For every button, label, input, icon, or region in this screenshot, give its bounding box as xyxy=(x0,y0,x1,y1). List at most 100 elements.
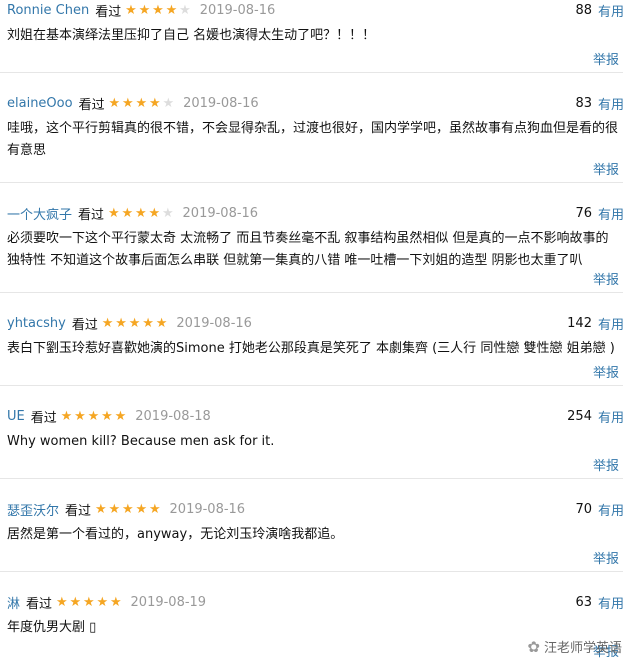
comment-date: 2019-08-16 xyxy=(176,315,252,331)
star-icon: ★ xyxy=(69,594,82,610)
vote-area: 254 有用 xyxy=(567,407,624,426)
rating-stars: ★ ★ ★ ★ ★ xyxy=(101,317,169,330)
star-icon: ★ xyxy=(108,95,121,111)
star-icon: ★ xyxy=(94,501,107,517)
star-icon: ★ xyxy=(82,594,95,610)
vote-count: 63 xyxy=(575,594,592,610)
watched-label: 看过 xyxy=(30,410,57,426)
divider xyxy=(0,182,623,183)
comment-content: 必须要吹一下这个平行蒙太奇 太流畅了 而且节奏丝毫不乱 叙事结构虽然相似 但是真… xyxy=(7,228,621,272)
vote-count: 142 xyxy=(567,315,592,331)
report-link[interactable]: 举报 xyxy=(593,159,619,178)
comment-text-line: 年度仇男大剧 ▯ xyxy=(7,620,97,635)
rating-stars: ★ ★ ★ ★ ★ xyxy=(107,207,175,220)
comment-content: 居然是第一个看过的，anyway，无论刘玉玲演啥我都追。 xyxy=(7,524,621,546)
comment-text-line: 居然是第一个看过的，anyway，无论刘玉玲演啥我都追。 xyxy=(7,527,344,542)
rating-stars: ★ ★ ★ ★ ★ xyxy=(60,410,128,423)
username-link[interactable]: Ronnie Chen xyxy=(7,3,89,18)
star-icon: ★ xyxy=(128,315,141,331)
helpful-button[interactable]: 有用 xyxy=(598,204,624,223)
helpful-button[interactable]: 有用 xyxy=(598,500,624,519)
star-icon: ★ xyxy=(101,315,114,331)
comment-text-line: 刘姐在基本演绎法里压抑了自己 名媛也演得太生动了吧？！！！ xyxy=(7,28,376,43)
vote-area: 76 有用 xyxy=(575,204,624,223)
username-link[interactable]: UE xyxy=(7,409,25,424)
comment-content: 表白下劉玉玲惹好喜歡她演的Simone 打她老公那段真是笑死了 本劇集齊 (三人… xyxy=(7,338,621,360)
star-icon: ★ xyxy=(161,205,174,221)
comment-content: Why women kill? Because men ask for it. xyxy=(7,431,621,453)
comment-content: 年度仇男大剧 ▯ xyxy=(7,617,621,639)
username-link[interactable]: elaineOoo xyxy=(7,96,73,111)
star-icon: ★ xyxy=(74,408,86,424)
divider xyxy=(0,72,623,73)
star-icon: ★ xyxy=(135,501,148,517)
username-link[interactable]: yhtacshy xyxy=(7,316,66,331)
comment-text-line: 独特性 不知道这个故事后面怎么串联 但就第一集真的八错 唯一吐槽一下刘姐的造型 … xyxy=(7,253,583,268)
comment-header: 淋 看过 ★ ★ ★ ★ ★ 2019-08-19 63 有用 xyxy=(7,593,624,612)
username-link[interactable]: 淋 xyxy=(7,593,20,612)
watermark: ✿ 汪老师学英语 xyxy=(527,637,622,657)
comment-header: elaineOoo 看过 ★ ★ ★ ★ ★ 2019-08-16 83 有用 xyxy=(7,94,624,113)
watched-label: 看过 xyxy=(26,596,53,612)
comment-date: 2019-08-16 xyxy=(199,2,276,18)
report-link[interactable]: 举报 xyxy=(593,548,619,567)
star-icon: ★ xyxy=(152,2,164,18)
comment-text-line: 有意思 xyxy=(7,143,47,158)
watched-label: 看过 xyxy=(78,97,105,113)
watched-label: 看过 xyxy=(95,4,122,20)
star-icon: ★ xyxy=(162,95,175,111)
star-icon: ★ xyxy=(134,205,147,221)
watched-label: 看过 xyxy=(65,503,92,519)
comment-header: UE 看过 ★ ★ ★ ★ ★ 2019-08-18 254 有用 xyxy=(7,407,624,426)
helpful-button[interactable]: 有用 xyxy=(598,314,624,333)
star-icon: ★ xyxy=(101,408,113,424)
username-link[interactable]: 瑟歪沃尔 xyxy=(7,500,59,519)
star-icon: ★ xyxy=(55,594,68,610)
comment-header: 瑟歪沃尔 看过 ★ ★ ★ ★ ★ 2019-08-16 70 有用 xyxy=(7,500,624,519)
report-link[interactable]: 举报 xyxy=(593,455,619,474)
helpful-button[interactable]: 有用 xyxy=(598,407,624,426)
star-icon: ★ xyxy=(96,594,109,610)
vote-area: 142 有用 xyxy=(567,314,624,333)
comment-date: 2019-08-16 xyxy=(169,501,246,517)
comment-date: 2019-08-18 xyxy=(135,408,211,424)
divider xyxy=(0,385,623,386)
vote-count: 254 xyxy=(567,408,592,424)
comment-header: yhtacshy 看过 ★ ★ ★ ★ ★ 2019-08-16 142 有用 xyxy=(7,314,624,333)
star-icon: ★ xyxy=(121,501,134,517)
username-link[interactable]: 一个大疯子 xyxy=(7,204,72,223)
star-icon: ★ xyxy=(125,2,137,18)
star-icon: ★ xyxy=(109,594,122,610)
star-icon: ★ xyxy=(165,2,178,18)
comment-content: 哇哦，这个平行剪辑真的很不错，不会显得杂乱，过渡也很好，国内学学吧，虽然故事有点… xyxy=(7,118,621,162)
report-link[interactable]: 举报 xyxy=(593,49,619,68)
star-icon: ★ xyxy=(114,408,127,424)
helpful-button[interactable]: 有用 xyxy=(598,1,624,20)
star-icon: ★ xyxy=(142,315,154,331)
star-icon: ★ xyxy=(115,315,127,331)
divider xyxy=(0,571,623,572)
vote-area: 63 有用 xyxy=(575,593,624,612)
rating-stars: ★ ★ ★ ★ ★ xyxy=(55,596,123,609)
comment-date: 2019-08-16 xyxy=(183,95,259,111)
watermark-text: 汪老师学英语 xyxy=(543,641,622,656)
comment-date: 2019-08-19 xyxy=(130,594,207,610)
divider xyxy=(0,292,623,293)
report-link[interactable]: 举报 xyxy=(593,269,619,288)
helpful-button[interactable]: 有用 xyxy=(598,94,624,113)
star-icon: ★ xyxy=(135,95,148,111)
star-icon: ★ xyxy=(107,205,120,221)
watched-label: 看过 xyxy=(71,317,98,333)
wechat-icon: ✿ xyxy=(527,637,540,656)
comment-text-line: Why women kill? Because men ask for it. xyxy=(7,434,275,449)
star-icon: ★ xyxy=(121,205,134,221)
divider xyxy=(0,478,623,479)
comment-header: 一个大疯子 看过 ★ ★ ★ ★ ★ 2019-08-16 76 有用 xyxy=(7,204,624,223)
star-icon: ★ xyxy=(149,95,161,111)
star-icon: ★ xyxy=(60,408,73,424)
report-link[interactable]: 举报 xyxy=(593,362,619,381)
comment-text-line: 必须要吹一下这个平行蒙太奇 太流畅了 而且节奏丝毫不乱 叙事结构虽然相似 但是真… xyxy=(7,231,609,246)
helpful-button[interactable]: 有用 xyxy=(598,593,624,612)
rating-stars: ★ ★ ★ ★ ★ xyxy=(124,4,192,17)
comment-content: 刘姐在基本演绎法里压抑了自己 名媛也演得太生动了吧？！！！ xyxy=(7,25,621,47)
